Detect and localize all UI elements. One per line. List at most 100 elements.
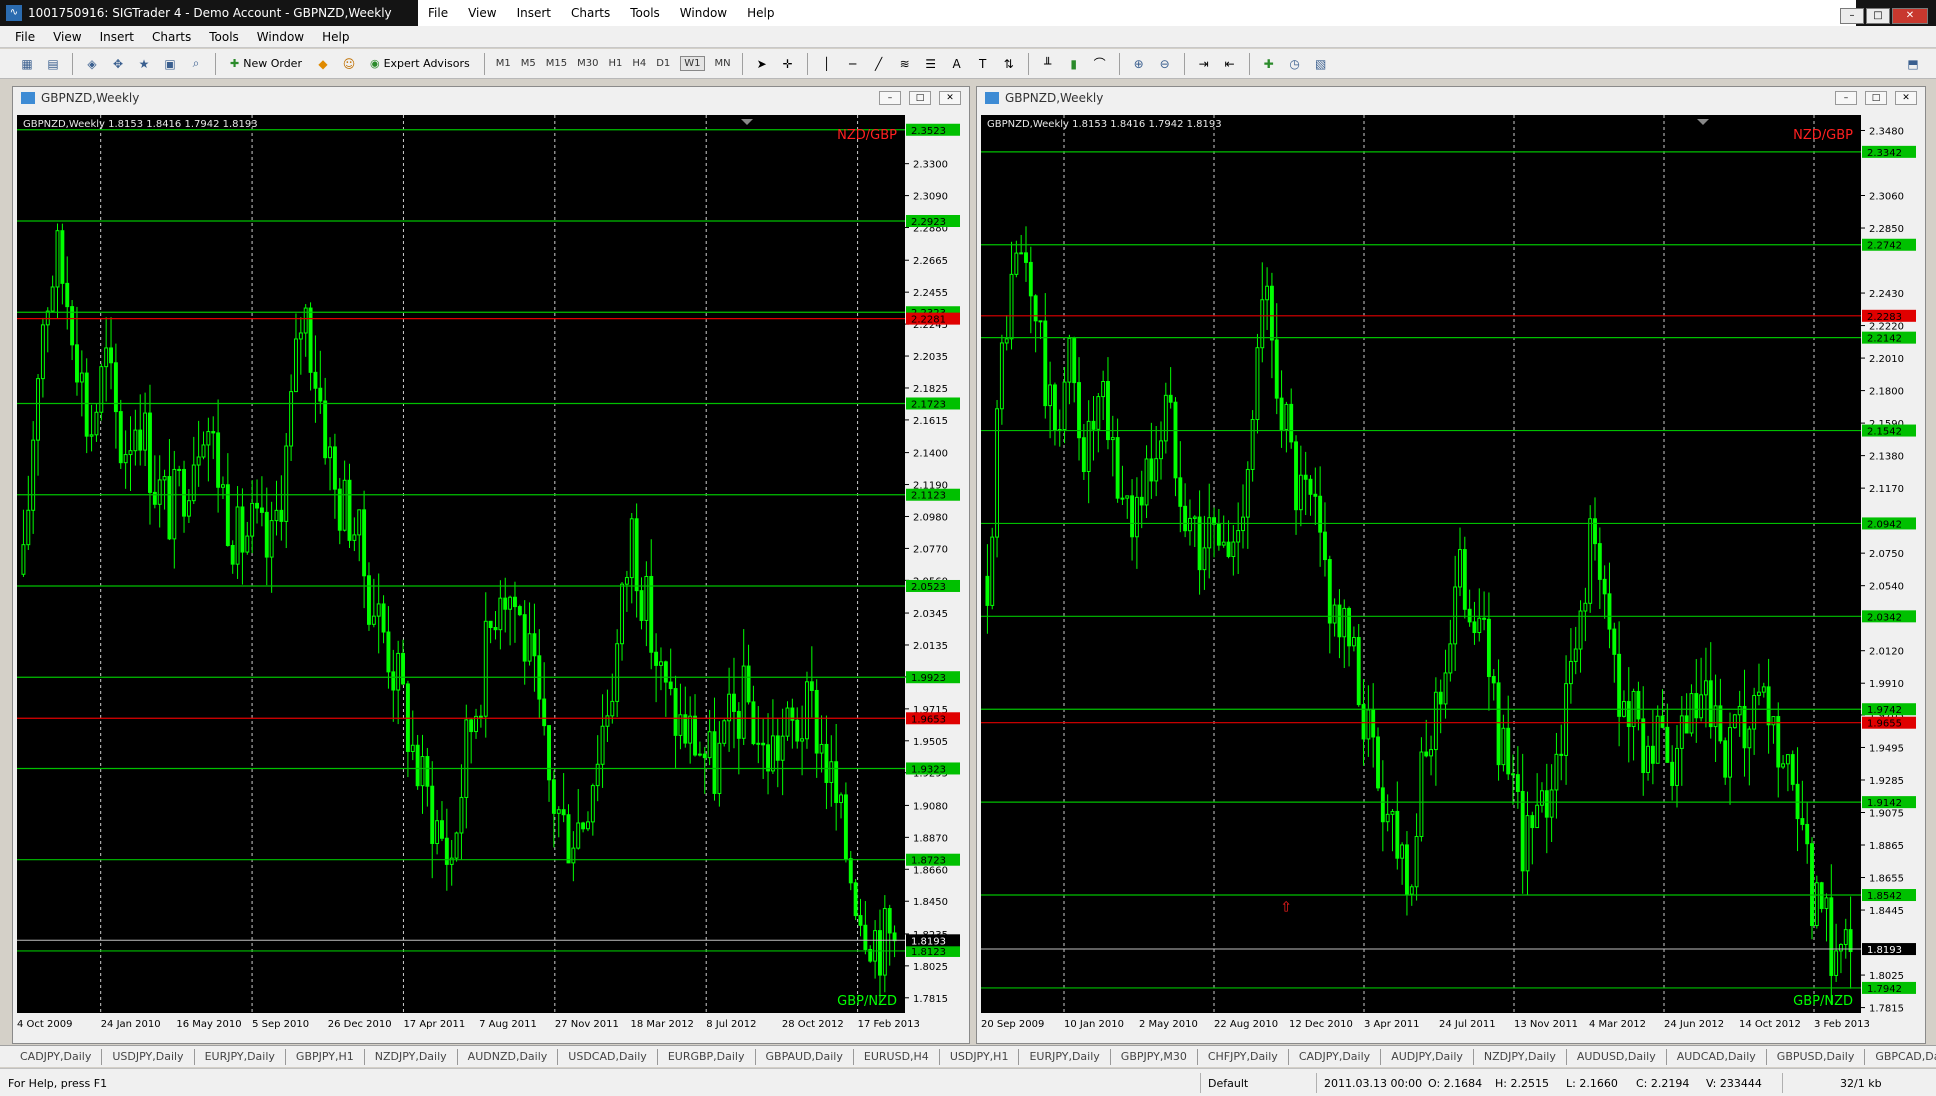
chart-tab[interactable]: NZDJPY,Daily bbox=[1474, 1048, 1567, 1065]
chart-close-button[interactable]: ✕ bbox=[1895, 91, 1917, 105]
candlestick-icon[interactable]: ▮ bbox=[1064, 54, 1084, 74]
chart-tab[interactable]: GBPJPY,M30 bbox=[1111, 1048, 1198, 1065]
autoscroll-icon[interactable]: ⇥ bbox=[1194, 54, 1214, 74]
profiles-icon[interactable]: ▤ bbox=[43, 54, 63, 74]
market-watch-icon[interactable]: ◈ bbox=[82, 54, 102, 74]
chart-tab[interactable]: NZDJPY,Daily bbox=[365, 1048, 458, 1065]
chart-tab[interactable]: USDCAD,Daily bbox=[558, 1048, 658, 1065]
chart-maximize-button[interactable]: □ bbox=[909, 91, 931, 105]
chart-tab[interactable]: AUDCAD,Daily bbox=[1667, 1048, 1767, 1065]
menu-window[interactable]: Window bbox=[257, 30, 304, 44]
price-tick-label: 2.0770 bbox=[913, 544, 948, 555]
chart-tab[interactable]: CADJPY,Daily bbox=[10, 1048, 103, 1065]
date-tick-label: 2 May 2010 bbox=[1139, 1019, 1198, 1030]
menu2-window[interactable]: Window bbox=[680, 6, 727, 20]
templates-icon[interactable]: ▧ bbox=[1311, 54, 1331, 74]
chart-tab[interactable]: GBPJPY,H1 bbox=[286, 1048, 365, 1065]
timeframe-h4[interactable]: H4 bbox=[632, 58, 646, 69]
chart-tab[interactable]: EURGBP,Daily bbox=[658, 1048, 756, 1065]
timeframe-m15[interactable]: M15 bbox=[546, 58, 567, 69]
candle-body bbox=[624, 577, 629, 585]
candle-body bbox=[342, 479, 347, 531]
meta-editor-icon[interactable]: ◆ bbox=[313, 54, 333, 74]
new-chart-icon[interactable]: ▦ bbox=[17, 54, 37, 74]
chart-tab[interactable]: CHFJPY,Daily bbox=[1198, 1048, 1289, 1065]
chart-tab[interactable]: GBPCAD,Daily bbox=[1865, 1049, 1936, 1065]
menu2-charts[interactable]: Charts bbox=[571, 6, 610, 20]
maximize-button[interactable]: □ bbox=[1866, 8, 1890, 24]
price-chart[interactable]: 4 Oct 2009 24 Jan 2010 16 May 2010 5 Sep 20… bbox=[17, 115, 965, 1035]
terminal-icon[interactable]: ▣ bbox=[160, 54, 180, 74]
menu-view[interactable]: View bbox=[53, 30, 81, 44]
expert-advisors-button[interactable]: ◉ Expert Advisors bbox=[366, 53, 474, 75]
timeframe-m5[interactable]: M5 bbox=[521, 58, 536, 69]
close-button[interactable]: ✕ bbox=[1892, 8, 1928, 24]
toolbar-right-icon[interactable]: ⬒ bbox=[1903, 54, 1923, 74]
chart-window-titlebar[interactable]: GBPNZD,Weekly bbox=[977, 87, 1925, 109]
price-chart[interactable]: 20 Sep 2009 10 Jan 2010 2 May 2010 22 Aug 2… bbox=[981, 115, 1921, 1035]
chart-tab[interactable]: USDJPY,Daily bbox=[102, 1048, 195, 1065]
arrows-icon[interactable]: ⇅ bbox=[999, 54, 1019, 74]
cursor-icon[interactable]: ➤ bbox=[752, 54, 772, 74]
chart-tab[interactable]: GBPAUD,Daily bbox=[756, 1048, 854, 1065]
trendline-icon[interactable]: ╱ bbox=[869, 54, 889, 74]
date-tick-label: 24 Jan 2010 bbox=[101, 1019, 161, 1030]
menu2-view[interactable]: View bbox=[468, 6, 496, 20]
minimize-button[interactable]: – bbox=[1840, 8, 1864, 24]
periods-icon[interactable]: ◷ bbox=[1285, 54, 1305, 74]
menu2-tools[interactable]: Tools bbox=[630, 6, 660, 20]
channel-icon[interactable]: ≋ bbox=[895, 54, 915, 74]
tester-icon[interactable]: ⌕ bbox=[186, 54, 206, 74]
chart-tab[interactable]: EURJPY,Daily bbox=[195, 1048, 286, 1065]
chart-maximize-button[interactable]: □ bbox=[1865, 91, 1887, 105]
menu-insert[interactable]: Insert bbox=[100, 30, 134, 44]
menu-tools[interactable]: Tools bbox=[209, 30, 239, 44]
timeframe-d1[interactable]: D1 bbox=[656, 58, 670, 69]
menu-charts[interactable]: Charts bbox=[152, 30, 191, 44]
horizontal-line-icon[interactable]: ─ bbox=[843, 54, 863, 74]
candle-body bbox=[284, 445, 289, 522]
timeframe-w1[interactable]: W1 bbox=[680, 56, 705, 71]
timeframe-h1[interactable]: H1 bbox=[608, 58, 622, 69]
indicators-icon[interactable]: ✚ bbox=[1259, 54, 1279, 74]
text-label-icon[interactable]: T bbox=[973, 54, 993, 74]
chart-tab[interactable]: AUDJPY,Daily bbox=[1381, 1048, 1474, 1065]
zoom-in-icon[interactable]: ⊕ bbox=[1129, 54, 1149, 74]
chart-window-left[interactable]: GBPNZD,Weekly – □ ✕ 4 Oct 2009 24 Jan 201… bbox=[12, 86, 970, 1044]
chart-minimize-button[interactable]: – bbox=[1835, 91, 1857, 105]
menu-help[interactable]: Help bbox=[322, 30, 349, 44]
menu2-insert[interactable]: Insert bbox=[517, 6, 551, 20]
chart-tab[interactable]: GBPUSD,Daily bbox=[1767, 1048, 1866, 1065]
chart-tab[interactable]: CADJPY,Daily bbox=[1289, 1048, 1382, 1065]
new-order-button[interactable]: ✚ New Order bbox=[226, 53, 306, 75]
price-tick-label: 1.8025 bbox=[913, 962, 948, 973]
text-icon[interactable]: A bbox=[947, 54, 967, 74]
chart-tab[interactable]: EURJPY,Daily bbox=[1019, 1048, 1111, 1065]
crosshair-icon[interactable]: ✛ bbox=[778, 54, 798, 74]
fibonacci-icon[interactable]: ☰ bbox=[921, 54, 941, 74]
line-chart-icon[interactable]: ⌒ bbox=[1090, 54, 1110, 74]
vertical-line-icon[interactable]: │ bbox=[817, 54, 837, 74]
chart-minimize-button[interactable]: – bbox=[879, 91, 901, 105]
chart-window-titlebar[interactable]: GBPNZD,Weekly bbox=[13, 87, 969, 109]
timeframe-m30[interactable]: M30 bbox=[577, 58, 598, 69]
candle-body bbox=[440, 820, 444, 839]
timeframe-m1[interactable]: M1 bbox=[496, 58, 511, 69]
menu-file[interactable]: File bbox=[15, 30, 35, 44]
candle-body bbox=[1231, 541, 1236, 558]
chart-tab[interactable]: USDJPY,H1 bbox=[940, 1048, 1020, 1065]
chart-tab[interactable]: AUDNZD,Daily bbox=[458, 1048, 559, 1065]
navigator-icon[interactable]: ★ bbox=[134, 54, 154, 74]
autotrading-icon[interactable]: ☺ bbox=[339, 54, 359, 74]
chart-shift-icon[interactable]: ⇤ bbox=[1220, 54, 1240, 74]
timeframe-mn[interactable]: MN bbox=[715, 58, 731, 69]
chart-window-right[interactable]: GBPNZD,Weekly – □ ✕ 20 Sep 2009 10 Jan 20… bbox=[976, 86, 1926, 1044]
chart-tab[interactable]: EURUSD,H4 bbox=[854, 1048, 940, 1065]
chart-tab[interactable]: AUDUSD,Daily bbox=[1567, 1048, 1667, 1065]
zoom-out-icon[interactable]: ⊖ bbox=[1155, 54, 1175, 74]
chart-close-button[interactable]: ✕ bbox=[939, 91, 961, 105]
bar-chart-icon[interactable]: ╨ bbox=[1038, 54, 1058, 74]
data-window-icon[interactable]: ✥ bbox=[108, 54, 128, 74]
menu2-file[interactable]: File bbox=[428, 6, 448, 20]
menu2-help[interactable]: Help bbox=[747, 6, 774, 20]
